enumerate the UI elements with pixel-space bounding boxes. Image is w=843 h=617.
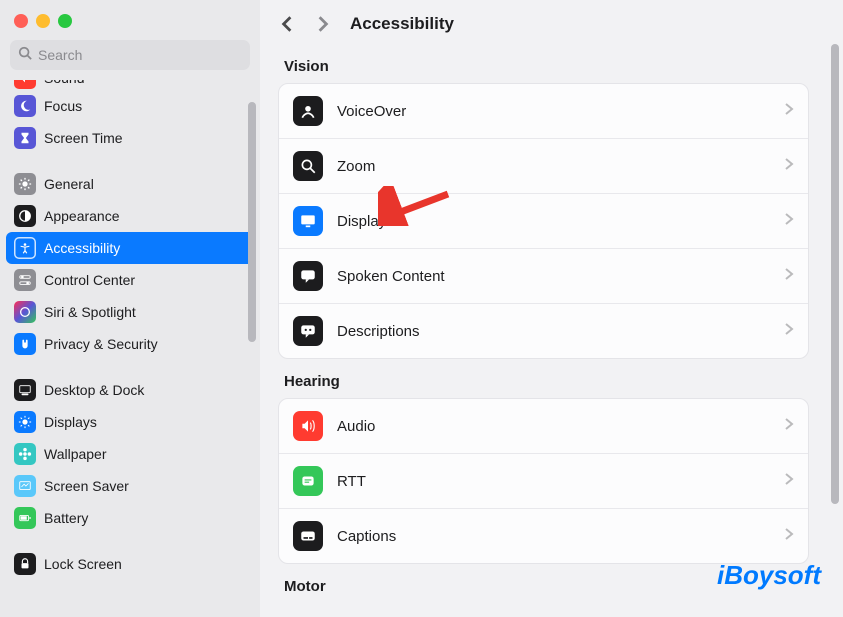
sidebar-item-privacy-security[interactable]: Privacy & Security (6, 328, 254, 360)
sidebar-item-label: Accessibility (44, 240, 120, 256)
sidebar-item-label: Displays (44, 414, 97, 430)
chevron-right-icon (784, 212, 794, 231)
close-window-button[interactable] (14, 14, 28, 28)
window-controls (0, 0, 260, 40)
voiceover-icon (293, 96, 323, 126)
row-spoken-content[interactable]: Spoken Content (279, 248, 808, 303)
chevron-right-icon (784, 322, 794, 341)
chevron-right-icon (784, 527, 794, 546)
content-scrollbar[interactable] (831, 44, 841, 506)
sidebar-item-siri-spotlight[interactable]: Siri & Spotlight (6, 296, 254, 328)
chevron-right-icon (784, 267, 794, 286)
sidebar-item-label: Siri & Spotlight (44, 304, 136, 320)
search-icon (18, 46, 32, 65)
content-area: Vision VoiceOver Zoom Display (260, 44, 843, 617)
sidebar-list: Sound Focus Screen Time General Appearan… (0, 80, 260, 617)
sidebar-item-accessibility[interactable]: Accessibility (6, 232, 254, 264)
sidebar-item-label: Screen Time (44, 130, 123, 146)
display-icon (293, 206, 323, 236)
lock-icon (14, 553, 36, 575)
row-captions[interactable]: Captions (279, 508, 808, 563)
toolbar: Accessibility (260, 0, 843, 44)
section-title-motor: Motor (284, 578, 809, 595)
sidebar-item-label: Desktop & Dock (44, 382, 144, 398)
sidebar-item-sound[interactable]: Sound (6, 80, 254, 90)
sidebar-item-general[interactable]: General (6, 168, 254, 200)
sidebar-item-focus[interactable]: Focus (6, 90, 254, 122)
search-field[interactable] (10, 40, 250, 70)
row-label: VoiceOver (337, 103, 770, 120)
zoom-icon (293, 151, 323, 181)
row-label: RTT (337, 473, 770, 490)
main-pane: Accessibility Vision VoiceOver Zoom Disp… (260, 0, 843, 617)
row-label: Display (337, 213, 770, 230)
row-label: Audio (337, 418, 770, 435)
sidebar-item-label: Control Center (44, 272, 135, 288)
hourglass-icon (14, 127, 36, 149)
speech-icon (293, 261, 323, 291)
gear-icon (14, 173, 36, 195)
appearance-icon (14, 205, 36, 227)
sidebar-item-label: Screen Saver (44, 478, 129, 494)
row-descriptions[interactable]: Descriptions (279, 303, 808, 358)
row-label: Captions (337, 528, 770, 545)
battery-icon (14, 507, 36, 529)
accessibility-icon (14, 237, 36, 259)
search-input[interactable] (38, 47, 242, 63)
section-title-hearing: Hearing (284, 373, 809, 390)
back-button[interactable] (278, 15, 296, 33)
rtt-icon (293, 466, 323, 496)
sidebar-item-label: Lock Screen (44, 556, 122, 572)
sidebar-item-label: General (44, 176, 94, 192)
sidebar-item-label: Wallpaper (44, 446, 107, 462)
audio-icon (293, 411, 323, 441)
row-label: Spoken Content (337, 268, 770, 285)
sidebar-item-wallpaper[interactable]: Wallpaper (6, 438, 254, 470)
brightness-icon (14, 411, 36, 433)
descriptions-icon (293, 316, 323, 346)
forward-button[interactable] (314, 15, 332, 33)
chevron-right-icon (784, 417, 794, 436)
row-display[interactable]: Display (279, 193, 808, 248)
sidebar-item-label: Privacy & Security (44, 336, 158, 352)
flower-icon (14, 443, 36, 465)
sidebar-scrollbar[interactable] (248, 102, 258, 452)
sidebar-item-screen-time[interactable]: Screen Time (6, 122, 254, 154)
dock-icon (14, 379, 36, 401)
siri-icon (14, 301, 36, 323)
sidebar-item-label: Sound (44, 80, 84, 86)
sidebar-item-label: Appearance (44, 208, 120, 224)
hearing-list: Audio RTT Captions (278, 398, 809, 564)
row-label: Zoom (337, 158, 770, 175)
sidebar-item-control-center[interactable]: Control Center (6, 264, 254, 296)
row-audio[interactable]: Audio (279, 399, 808, 453)
speaker-icon (14, 80, 36, 89)
zoom-window-button[interactable] (58, 14, 72, 28)
sidebar-item-screen-saver[interactable]: Screen Saver (6, 470, 254, 502)
minimize-window-button[interactable] (36, 14, 50, 28)
sidebar-item-label: Battery (44, 510, 88, 526)
switches-icon (14, 269, 36, 291)
vision-list: VoiceOver Zoom Display Spoken Content (278, 83, 809, 359)
chevron-right-icon (784, 472, 794, 491)
section-title-vision: Vision (284, 58, 809, 75)
captions-icon (293, 521, 323, 551)
row-label: Descriptions (337, 323, 770, 340)
chevron-right-icon (784, 102, 794, 121)
hand-icon (14, 333, 36, 355)
page-title: Accessibility (350, 14, 454, 34)
row-voiceover[interactable]: VoiceOver (279, 84, 808, 138)
screensaver-icon (14, 475, 36, 497)
sidebar-item-desktop-dock[interactable]: Desktop & Dock (6, 374, 254, 406)
sidebar-item-displays[interactable]: Displays (6, 406, 254, 438)
chevron-right-icon (784, 157, 794, 176)
sidebar-item-lock-screen[interactable]: Lock Screen (6, 548, 254, 580)
sidebar-item-label: Focus (44, 98, 82, 114)
row-zoom[interactable]: Zoom (279, 138, 808, 193)
moon-icon (14, 95, 36, 117)
sidebar-item-battery[interactable]: Battery (6, 502, 254, 534)
row-rtt[interactable]: RTT (279, 453, 808, 508)
sidebar: Sound Focus Screen Time General Appearan… (0, 0, 260, 617)
sidebar-item-appearance[interactable]: Appearance (6, 200, 254, 232)
